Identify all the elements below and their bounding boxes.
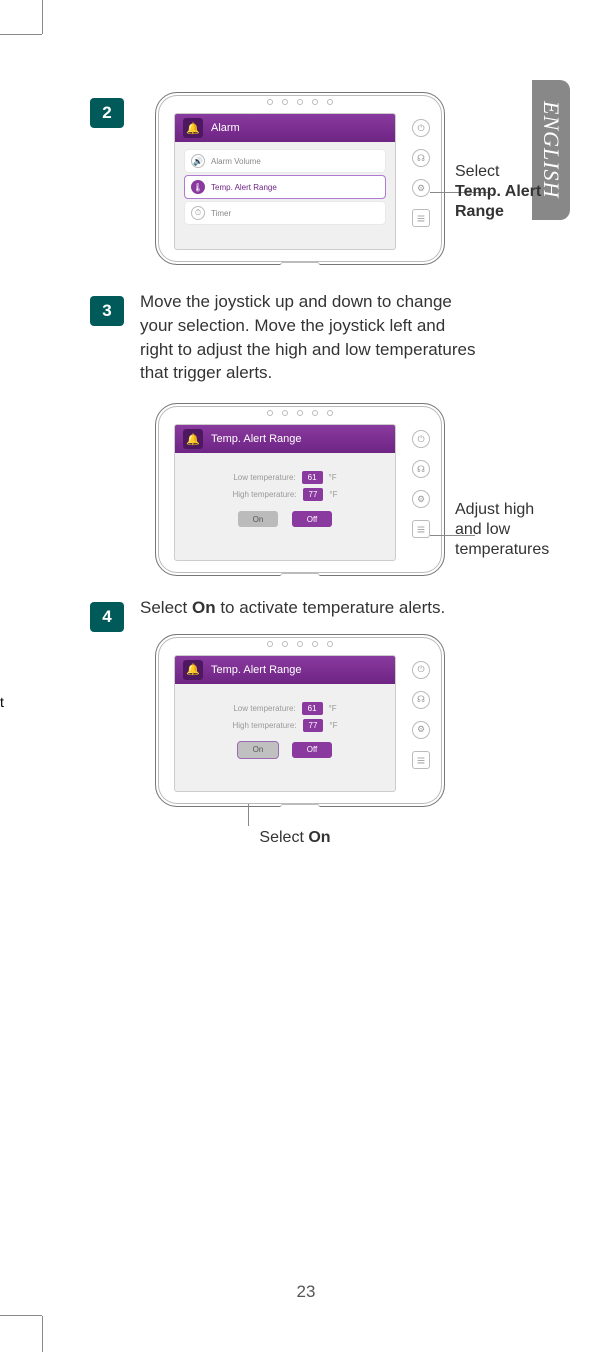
bottom-slot xyxy=(280,804,320,807)
step-number-badge: 4 xyxy=(90,602,124,632)
crop-mark xyxy=(0,1315,42,1316)
bell-icon: 🔔 xyxy=(183,429,203,449)
screen-title: Temp. Alert Range xyxy=(211,664,302,676)
clock-icon: ⏱ xyxy=(191,206,205,220)
bottom-slot xyxy=(280,573,320,576)
side-buttons: ⏻ ☊ ⚙ xyxy=(412,661,430,769)
on-button: On xyxy=(238,511,278,527)
crop-mark xyxy=(42,1316,43,1352)
bell-icon: 🔔 xyxy=(183,118,203,138)
high-value: 77 xyxy=(303,719,324,732)
off-button: Off xyxy=(292,742,332,758)
row-label: Timer xyxy=(211,209,231,218)
low-value: 61 xyxy=(302,702,323,715)
step-number-badge: 3 xyxy=(90,296,124,326)
talk-icon: ☊ xyxy=(412,691,430,709)
talk-icon: ☊ xyxy=(412,149,430,167)
menu-row-temp: 🌡 Temp. Alert Range xyxy=(185,176,385,198)
callout-select-on: Select On xyxy=(235,828,355,848)
menu-row-volume: 🔊 Alarm Volume xyxy=(185,150,385,172)
callout-select-temp: Select Temp. Alert Range xyxy=(455,162,545,222)
power-icon: ⏻ xyxy=(412,430,430,448)
settings-icon: ⚙ xyxy=(412,490,430,508)
side-buttons: ⏻ ☊ ⚙ xyxy=(412,119,430,227)
speaker-icon: 🔊 xyxy=(191,154,205,168)
step-number-badge: 2 xyxy=(90,98,124,128)
menu-row-timer: ⏱ Timer xyxy=(185,202,385,224)
settings-icon: ⚙ xyxy=(412,179,430,197)
on-button: On xyxy=(238,742,278,758)
power-icon: ⏻ xyxy=(412,661,430,679)
callout-line xyxy=(248,804,249,826)
callout-adjust: Adjust high and low temperatures xyxy=(455,500,565,560)
power-icon: ⏻ xyxy=(412,119,430,137)
low-label: Low temperature: xyxy=(233,473,295,482)
crop-mark xyxy=(42,0,43,34)
screen-header: 🔔 Temp. Alert Range xyxy=(175,425,395,453)
menu-icon xyxy=(412,520,430,538)
high-label: High temperature: xyxy=(232,721,296,730)
unit: °F xyxy=(329,704,337,713)
step-2: 2 ⏻ ☊ ⚙ 🔔 Alarm 🔊 Alarm Volume xyxy=(60,92,560,265)
menu-icon xyxy=(412,209,430,227)
screen-title: Alarm xyxy=(211,122,240,134)
bottom-slot xyxy=(280,262,320,265)
screen-title: Temp. Alert Range xyxy=(211,433,302,445)
off-button: Off xyxy=(292,511,332,527)
thermometer-icon: 🌡 xyxy=(191,180,205,194)
step-3-text: Move the joystick up and down to change … xyxy=(140,290,480,385)
step-4-text: Select On to activate temperature alerts… xyxy=(140,596,480,620)
settings-icon: ⚙ xyxy=(412,721,430,739)
unit: °F xyxy=(329,721,337,730)
screen-header: 🔔 Temp. Alert Range xyxy=(175,656,395,684)
indicator-dots xyxy=(267,641,333,647)
page-number: 23 xyxy=(297,1282,316,1302)
step-3: 3 Move the joystick up and down to chang… xyxy=(60,290,560,576)
device-screenshot-range: ⏻ ☊ ⚙ 🔔 Temp. Alert Range Low temperatur… xyxy=(155,403,445,576)
device-screenshot-on: ⏻ ☊ ⚙ 🔔 Temp. Alert Range Low temperatur… xyxy=(155,634,445,807)
high-label: High temperature: xyxy=(232,490,296,499)
row-label: Alarm Volume xyxy=(211,157,261,166)
high-value: 77 xyxy=(303,488,324,501)
unit: °F xyxy=(329,490,337,499)
crop-mark xyxy=(0,34,42,35)
bell-icon: 🔔 xyxy=(183,660,203,680)
low-value: 61 xyxy=(302,471,323,484)
low-label: Low temperature: xyxy=(233,704,295,713)
row-label: Temp. Alert Range xyxy=(211,183,277,192)
talk-icon: ☊ xyxy=(412,460,430,478)
unit: °F xyxy=(329,473,337,482)
step-4: 4 Select On to activate temperature aler… xyxy=(60,596,560,807)
indicator-dots xyxy=(267,410,333,416)
indicator-dots xyxy=(267,99,333,105)
stray-text: t xyxy=(0,694,4,710)
menu-icon xyxy=(412,751,430,769)
device-screenshot-alarm: ⏻ ☊ ⚙ 🔔 Alarm 🔊 Alarm Volume 🌡 xyxy=(155,92,445,265)
side-buttons: ⏻ ☊ ⚙ xyxy=(412,430,430,538)
screen-header: 🔔 Alarm xyxy=(175,114,395,142)
